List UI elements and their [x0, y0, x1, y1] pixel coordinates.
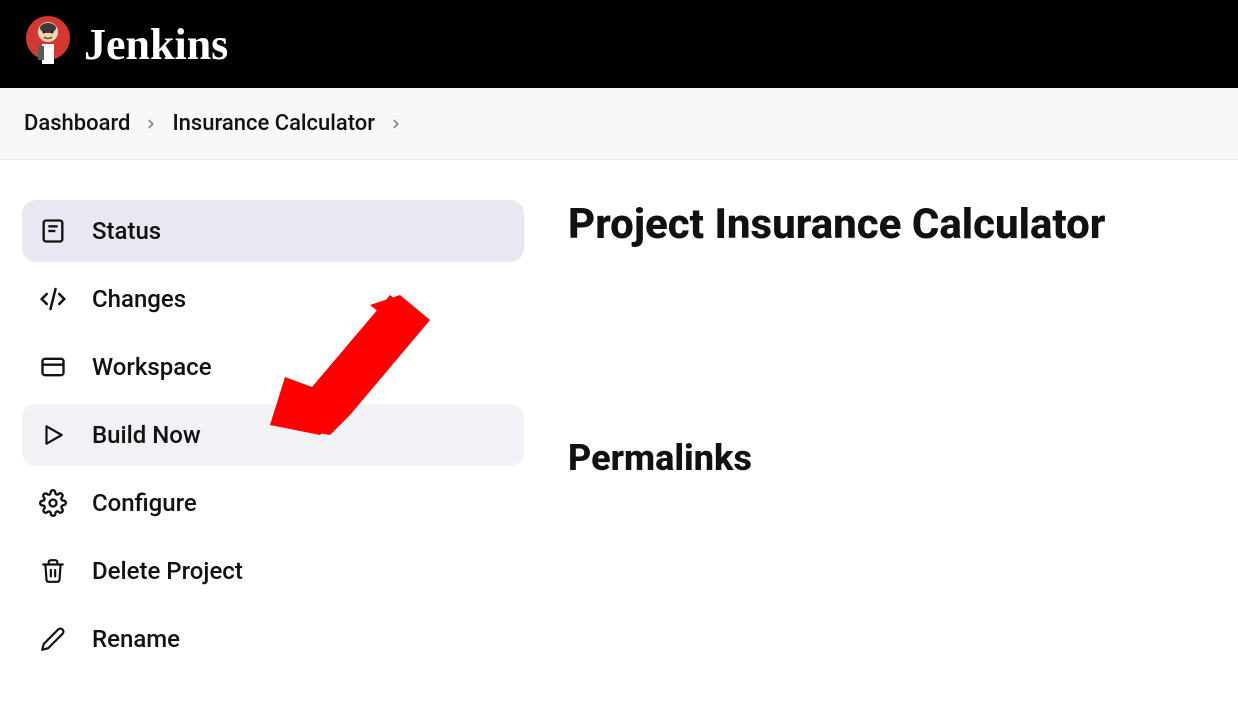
sidebar-item-status[interactable]: Status [22, 200, 524, 262]
permalinks-heading: Permalinks [568, 437, 1105, 479]
jenkins-logo-icon [24, 14, 72, 74]
logo-wrap[interactable]: Jenkins [24, 14, 228, 74]
sidebar-item-delete-project[interactable]: Delete Project [22, 540, 524, 602]
header: Jenkins [0, 0, 1238, 88]
sidebar-item-workspace[interactable]: Workspace [22, 336, 524, 398]
breadcrumb: Dashboard Insurance Calculator [0, 88, 1238, 160]
main-content: Project Insurance Calculator Permalinks [540, 160, 1105, 676]
breadcrumb-item-dashboard[interactable]: Dashboard [24, 111, 130, 136]
pencil-icon [38, 624, 68, 654]
play-icon [38, 420, 68, 450]
trash-icon [38, 556, 68, 586]
sidebar-item-build-now[interactable]: Build Now [22, 404, 524, 466]
chevron-right-icon [144, 117, 158, 131]
sidebar: Status Changes Workspace Build Now Confi [0, 160, 540, 676]
brand-text: Jenkins [84, 19, 228, 70]
workspace-icon [38, 352, 68, 382]
sidebar-item-configure[interactable]: Configure [22, 472, 524, 534]
page-title: Project Insurance Calculator [568, 200, 1105, 249]
changes-icon [38, 284, 68, 314]
chevron-right-icon [389, 117, 403, 131]
sidebar-item-label: Configure [92, 489, 197, 517]
sidebar-item-changes[interactable]: Changes [22, 268, 524, 330]
gear-icon [38, 488, 68, 518]
sidebar-item-label: Workspace [92, 353, 212, 381]
breadcrumb-item-project[interactable]: Insurance Calculator [172, 111, 375, 136]
sidebar-item-label: Rename [92, 625, 180, 653]
sidebar-item-label: Build Now [92, 421, 201, 449]
sidebar-item-label: Delete Project [92, 557, 243, 585]
sidebar-item-rename[interactable]: Rename [22, 608, 524, 670]
sidebar-item-label: Status [92, 217, 161, 245]
status-icon [38, 216, 68, 246]
sidebar-item-label: Changes [92, 285, 186, 313]
